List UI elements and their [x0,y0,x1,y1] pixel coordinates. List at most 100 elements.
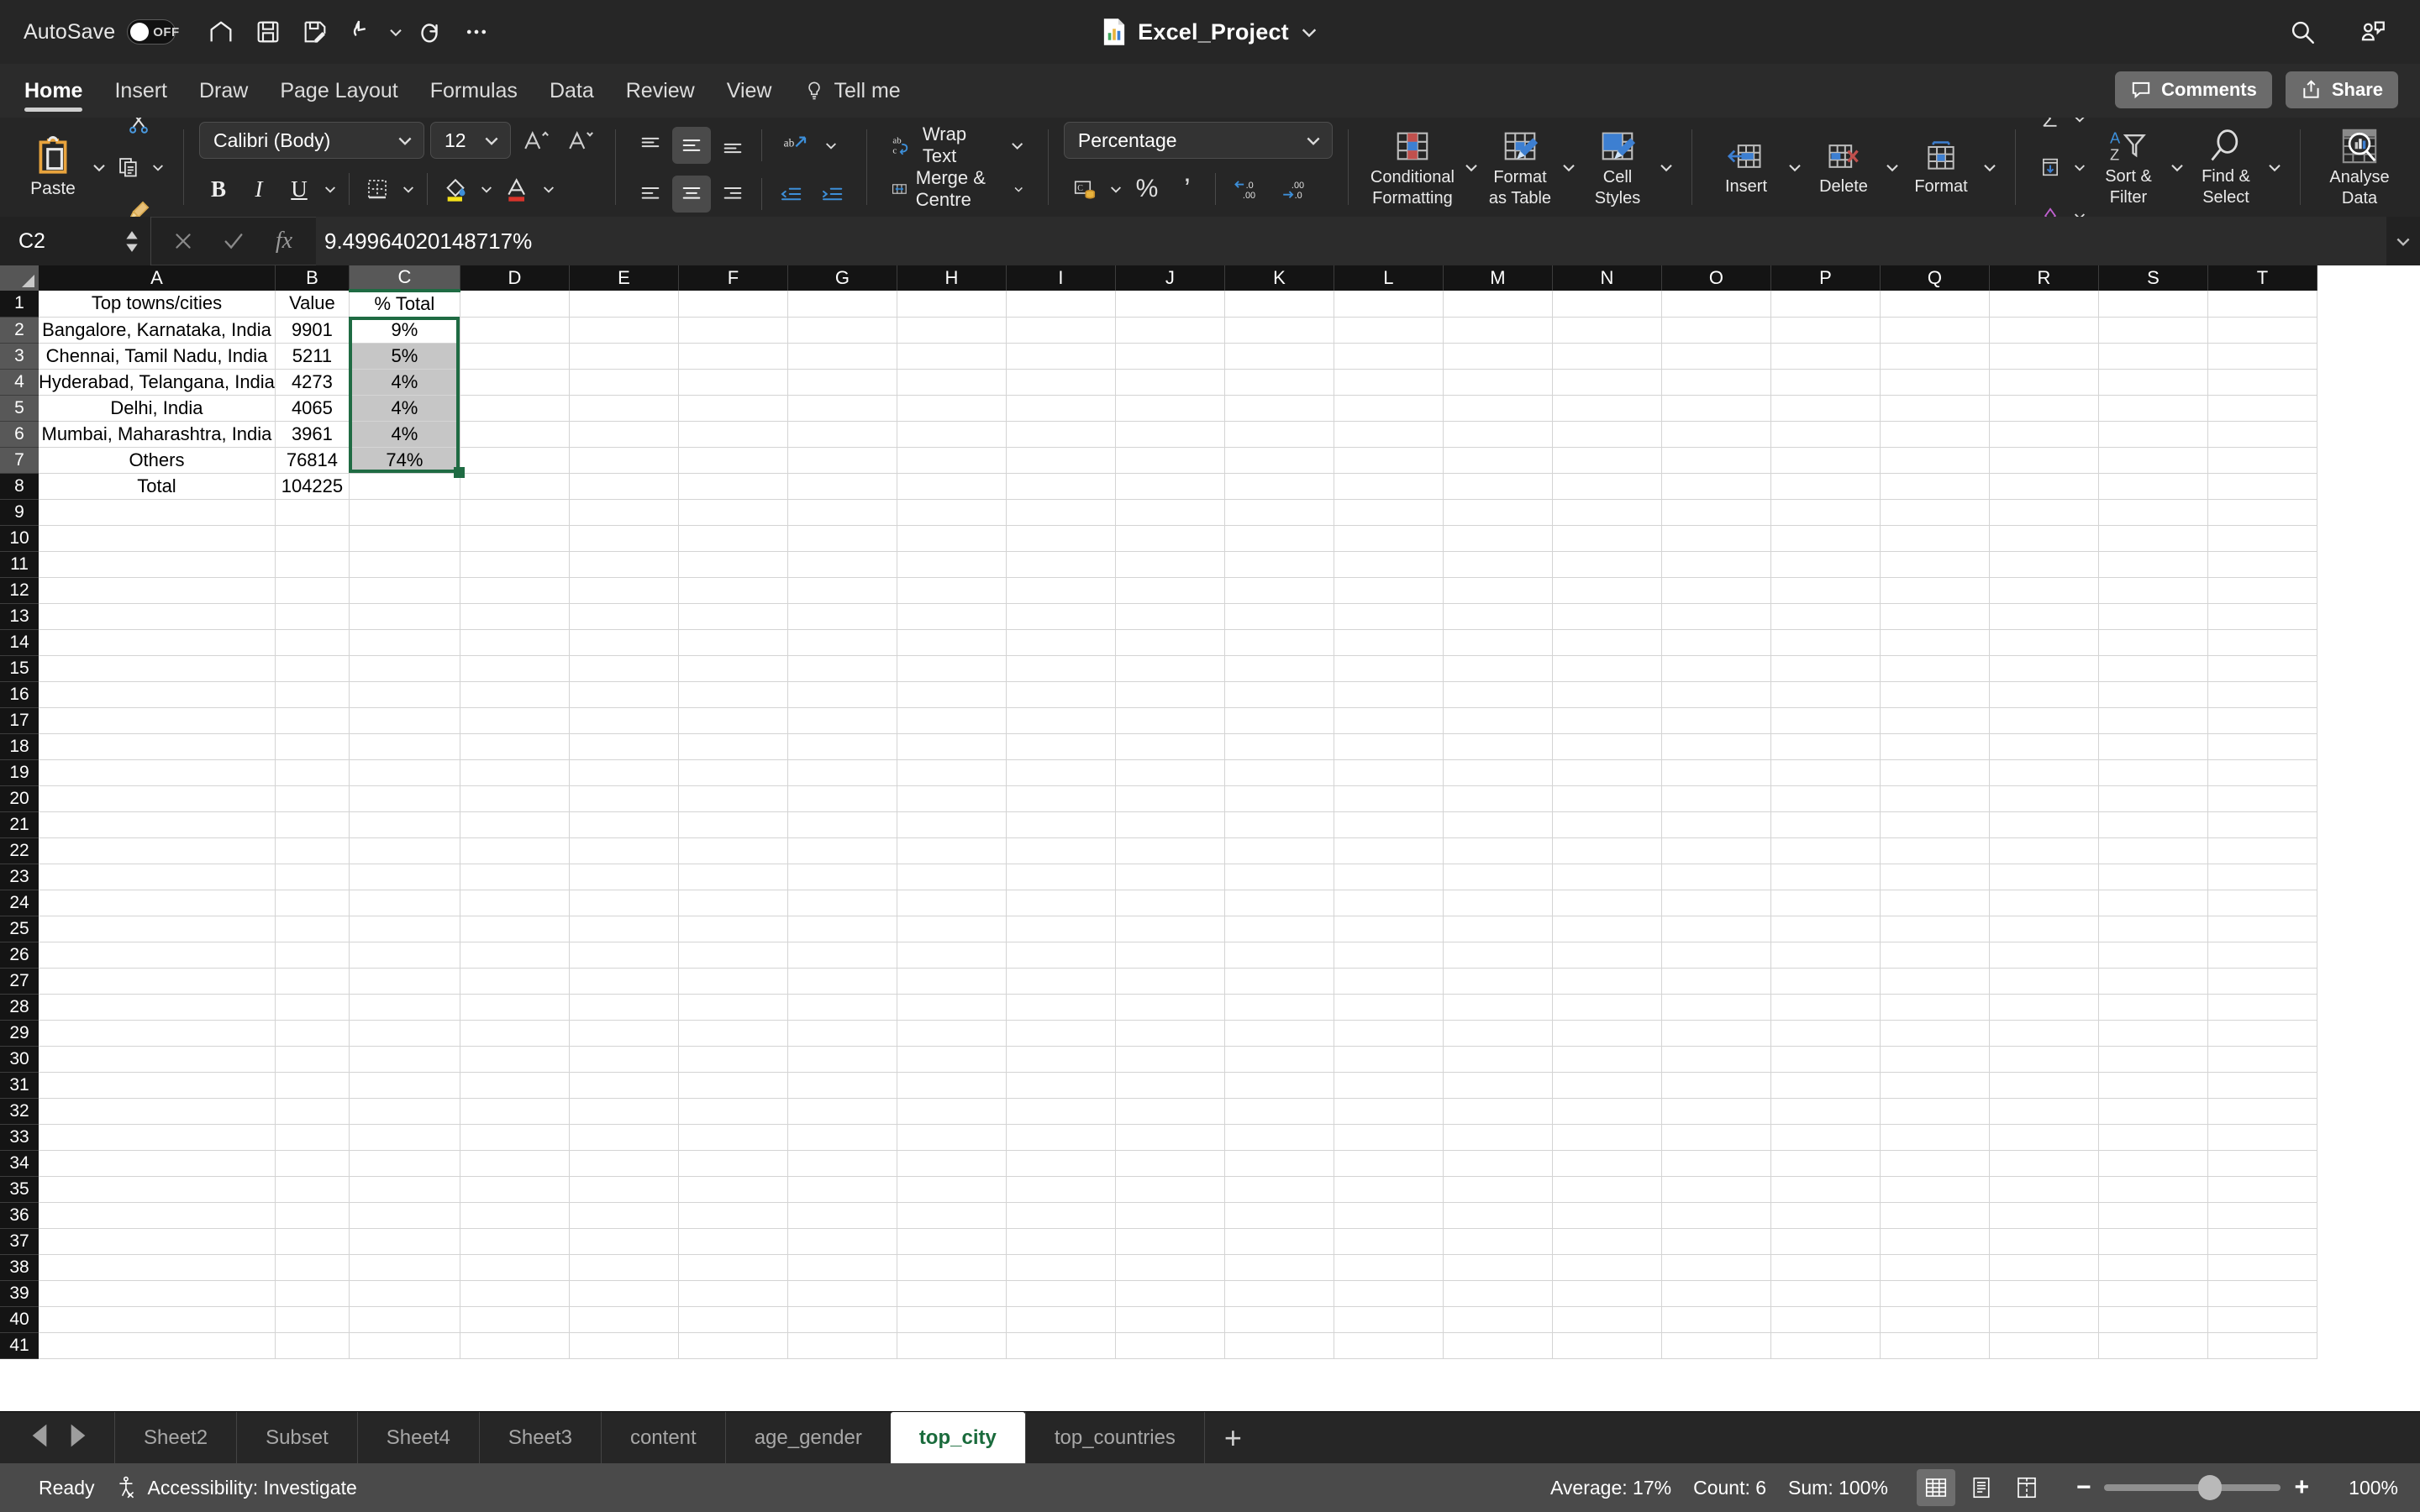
cell-I1[interactable] [1006,291,1116,318]
cell-M5[interactable] [1443,395,1553,422]
cell-T9[interactable] [2207,499,2317,526]
cell-B5[interactable]: 4065 [275,395,350,422]
cell-A41[interactable] [39,1332,276,1359]
cell-J3[interactable] [1115,343,1225,370]
column-header-i[interactable]: I [1006,265,1116,291]
cell-N30[interactable] [1552,1046,1662,1073]
cell-F9[interactable] [678,499,788,526]
row-header-17[interactable]: 17 [0,707,39,734]
cell-T1[interactable] [2207,291,2317,318]
cell-T18[interactable] [2207,733,2317,760]
cell-N20[interactable] [1552,785,1662,812]
cell-A17[interactable] [39,707,276,734]
cell-F16[interactable] [678,681,788,708]
cell-G3[interactable] [787,343,897,370]
cell-C10[interactable] [349,525,460,552]
cell-F22[interactable] [678,837,788,864]
font-color-dropdown-icon[interactable] [539,165,559,213]
cell-B9[interactable] [275,499,350,526]
column-header-n[interactable]: N [1552,265,1662,291]
cell-E28[interactable] [569,994,679,1021]
row-header-1[interactable]: 1 [0,291,39,318]
cell-T33[interactable] [2207,1124,2317,1151]
cell-H13[interactable] [897,603,1007,630]
row-header-20[interactable]: 20 [0,785,39,812]
cell-I39[interactable] [1006,1280,1116,1307]
add-sheet-button[interactable]: + [1203,1412,1261,1463]
cell-I3[interactable] [1006,343,1116,370]
cell-G29[interactable] [787,1020,897,1047]
cell-E39[interactable] [569,1280,679,1307]
cell-L19[interactable] [1334,759,1444,786]
cell-G2[interactable] [787,317,897,344]
cell-Q29[interactable] [1880,1020,1990,1047]
zoom-slider[interactable] [2104,1475,2281,1500]
cell-R35[interactable] [1989,1176,2099,1203]
cell-G17[interactable] [787,707,897,734]
cell-O28[interactable] [1661,994,1771,1021]
column-header-p[interactable]: P [1770,265,1881,291]
cell-P31[interactable] [1770,1072,1881,1099]
cell-I34[interactable] [1006,1150,1116,1177]
cell-L39[interactable] [1334,1280,1444,1307]
shrink-font-icon[interactable] [561,122,600,159]
row-header-7[interactable]: 7 [0,447,39,474]
cell-H23[interactable] [897,864,1007,890]
cell-L25[interactable] [1334,916,1444,942]
decrease-indent-icon[interactable] [771,176,810,213]
cell-Q7[interactable] [1880,447,1990,474]
increase-indent-icon[interactable] [813,176,851,213]
cell-B2[interactable]: 9901 [275,317,350,344]
cell-E6[interactable] [569,421,679,448]
cell-H18[interactable] [897,733,1007,760]
cell-I20[interactable] [1006,785,1116,812]
cell-F21[interactable] [678,811,788,838]
cell-L20[interactable] [1334,785,1444,812]
cell-J4[interactable] [1115,369,1225,396]
cell-L41[interactable] [1334,1332,1444,1359]
italic-button[interactable]: I [239,171,278,207]
cell-R11[interactable] [1989,551,2099,578]
cell-K4[interactable] [1224,369,1334,396]
cell-A20[interactable] [39,785,276,812]
cell-M39[interactable] [1443,1280,1553,1307]
autosave-control[interactable]: AutoSave OFF [24,19,179,45]
cell-A27[interactable] [39,968,276,995]
cell-F34[interactable] [678,1150,788,1177]
cell-T2[interactable] [2207,317,2317,344]
row-header-19[interactable]: 19 [0,759,39,786]
cell-R2[interactable] [1989,317,2099,344]
cell-P35[interactable] [1770,1176,1881,1203]
cell-S6[interactable] [2098,421,2208,448]
cell-N40[interactable] [1552,1306,1662,1333]
cell-D35[interactable] [460,1176,570,1203]
cell-H38[interactable] [897,1254,1007,1281]
cell-E40[interactable] [569,1306,679,1333]
cell-H28[interactable] [897,994,1007,1021]
cell-O34[interactable] [1661,1150,1771,1177]
cell-B23[interactable] [275,864,350,890]
column-header-j[interactable]: J [1115,265,1225,291]
cell-M33[interactable] [1443,1124,1553,1151]
cell-T29[interactable] [2207,1020,2317,1047]
orientation-dropdown-icon[interactable] [821,122,841,169]
cell-G11[interactable] [787,551,897,578]
row-header-40[interactable]: 40 [0,1306,39,1333]
cell-D37[interactable] [460,1228,570,1255]
cell-H8[interactable] [897,473,1007,500]
row-header-39[interactable]: 39 [0,1280,39,1307]
row-header-26[interactable]: 26 [0,942,39,969]
sheet-tab-sheet4[interactable]: Sheet4 [356,1412,479,1463]
cell-N9[interactable] [1552,499,1662,526]
cell-L27[interactable] [1334,968,1444,995]
cell-N1[interactable] [1552,291,1662,318]
cell-D39[interactable] [460,1280,570,1307]
cell-A12[interactable] [39,577,276,604]
cell-O18[interactable] [1661,733,1771,760]
delete-dropdown-icon[interactable] [1882,144,1902,191]
cell-J20[interactable] [1115,785,1225,812]
tab-review[interactable]: Review [610,64,711,118]
cell-L34[interactable] [1334,1150,1444,1177]
cell-G26[interactable] [787,942,897,969]
cell-R6[interactable] [1989,421,2099,448]
